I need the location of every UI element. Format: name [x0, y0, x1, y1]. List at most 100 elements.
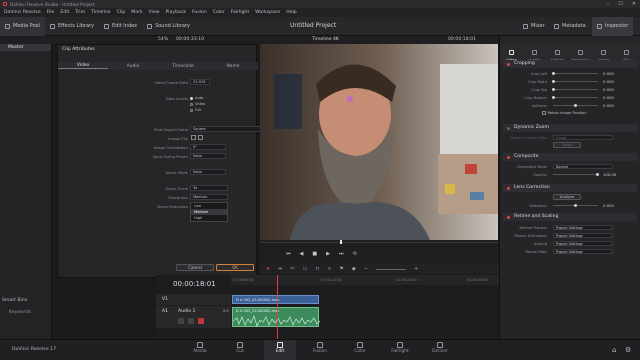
menu-item-fairlight[interactable]: Fairlight	[231, 10, 249, 15]
crop-bottom-value[interactable]: 0.000	[603, 95, 614, 100]
crop-right-slider[interactable]	[553, 81, 598, 82]
page-media[interactable]: Media	[184, 340, 216, 360]
flip-horizontal-icon[interactable]	[191, 135, 196, 140]
page-fusion[interactable]: Fusion	[304, 340, 336, 360]
menu-item-playback[interactable]: Playback	[166, 10, 187, 15]
menu-item-file[interactable]: File	[47, 10, 55, 15]
opacity-knob[interactable]	[596, 172, 599, 176]
swap-button[interactable]: Swap	[553, 142, 581, 148]
retain-image-position-row[interactable]: Retain Image Position	[542, 111, 586, 115]
crop-top-knob[interactable]	[552, 87, 555, 91]
video-clip[interactable]: D A 002_01200002.mov	[232, 295, 319, 304]
crop-right-value[interactable]: 0.000	[603, 79, 614, 84]
section-dynamic-zoom[interactable]: Dynamic Zoom	[503, 124, 637, 132]
timeline-playhead[interactable]	[277, 275, 278, 339]
settings-gear-icon[interactable]: ⚙	[625, 346, 631, 354]
crop-left-slider[interactable]	[553, 73, 598, 74]
play-icon[interactable]: ▶	[326, 251, 330, 257]
resize-filter-select[interactable]: Project Settings	[553, 248, 613, 254]
page-color[interactable]: Color	[344, 340, 376, 360]
menu-item-view[interactable]: View	[149, 10, 160, 15]
alpha-mode-select[interactable]: None	[190, 169, 226, 175]
section-composite[interactable]: Composite	[503, 153, 637, 161]
sound-library-button[interactable]: Sound Library	[142, 17, 195, 36]
crop-left-value[interactable]: 0.000	[603, 71, 614, 76]
input-sizing-select[interactable]: None	[190, 153, 226, 159]
close-icon[interactable]: ✕	[632, 1, 636, 7]
menu-item-fusion[interactable]: Fusion	[192, 10, 207, 15]
smart-bin-keywords[interactable]: Keywords	[9, 310, 31, 315]
home-icon[interactable]: ⌂	[612, 346, 616, 354]
composite-enable-dot[interactable]	[507, 155, 510, 159]
trim-tool-icon[interactable]: ⇹	[278, 266, 282, 272]
menu-item-color[interactable]: Color	[213, 10, 225, 15]
analyze-button[interactable]: Analyze	[553, 194, 581, 200]
crop-top-slider[interactable]	[553, 89, 598, 90]
retime-process-select[interactable]: Project Settings	[553, 224, 613, 230]
video-viewer[interactable]	[260, 44, 498, 240]
menu-item-clip[interactable]: Clip	[117, 10, 126, 15]
retime-enable-dot[interactable]	[507, 215, 510, 219]
zoom-in-icon[interactable]: +	[414, 266, 418, 272]
minimize-icon[interactable]: –	[607, 1, 610, 7]
jump-end-icon[interactable]: ⏭	[339, 251, 344, 257]
tab-name[interactable]: Name	[208, 64, 258, 69]
loop-icon[interactable]: ⟲	[352, 251, 356, 257]
page-edit[interactable]: Edit	[264, 340, 296, 360]
softness-knob[interactable]	[574, 103, 577, 107]
play-reverse-icon[interactable]: ◀	[300, 251, 304, 257]
scaling-select[interactable]: Project Settings	[553, 240, 613, 246]
crop-bottom-slider[interactable]	[553, 97, 598, 98]
edit-index-button[interactable]: Edit Index	[99, 17, 142, 36]
timeline-zoom-slider[interactable]	[375, 268, 406, 270]
softness-value[interactable]: 0.000	[603, 103, 614, 108]
crop-left-knob[interactable]	[552, 71, 555, 75]
orientation-select[interactable]: 0°	[190, 144, 226, 150]
timeline-ruler[interactable]: 01:00:00:00 01:00:12:00 01:00:24:00 01:0…	[231, 275, 499, 285]
crop-bottom-knob[interactable]	[552, 95, 555, 99]
cropping-enable-dot[interactable]	[507, 62, 510, 66]
composite-mode-select[interactable]: Normal	[553, 163, 613, 169]
blade-tool-icon[interactable]: ✂	[290, 266, 294, 272]
timeline-name[interactable]: Timeline 4K	[312, 37, 339, 42]
menu-item-edit[interactable]: Edit	[60, 10, 69, 15]
marker-icon[interactable]: ◆	[352, 266, 356, 272]
section-lens-correction[interactable]: Lens Correction	[503, 184, 637, 192]
flip-vertical-icon[interactable]	[198, 135, 203, 140]
crop-right-knob[interactable]	[552, 79, 555, 83]
retain-checkbox[interactable]	[542, 111, 546, 115]
snapping-icon[interactable]: ⊓	[315, 266, 319, 272]
inspector-button[interactable]: Inspector	[592, 16, 634, 36]
stop-icon[interactable]: ■	[312, 251, 317, 257]
zoom-out-icon[interactable]: −	[364, 266, 368, 272]
menu-item-timeline[interactable]: Timeline	[91, 10, 111, 15]
page-cut[interactable]: Cut	[224, 340, 256, 360]
crop-top-value[interactable]: 0.000	[603, 87, 614, 92]
effects-library-button[interactable]: Effects Library	[45, 17, 99, 36]
bin-master[interactable]: Master	[0, 44, 51, 51]
dynamic-zoom-enable-dot[interactable]	[507, 126, 510, 130]
jump-start-icon[interactable]: ⏮	[286, 251, 291, 257]
tab-audio[interactable]: Audio	[108, 64, 158, 69]
menu-item-trim[interactable]: Trim	[75, 10, 85, 15]
frame-rate-select[interactable]: 23.976	[190, 79, 210, 85]
opacity-slider[interactable]	[553, 174, 598, 175]
section-retime-scaling[interactable]: Retime and Scaling	[503, 213, 637, 221]
ok-button[interactable]: OK	[216, 264, 254, 271]
page-deliver[interactable]: Deliver	[424, 340, 456, 360]
metadata-button[interactable]: Metadata	[549, 17, 591, 36]
audio-record-button[interactable]	[198, 318, 204, 324]
lens-correction-enable-dot[interactable]	[507, 186, 510, 190]
distortion-knob[interactable]	[574, 203, 577, 207]
insert-clip-icon[interactable]: ▭	[303, 266, 308, 272]
viewer-zoom[interactable]: 54%	[158, 37, 168, 42]
page-fairlight[interactable]: Fairlight	[384, 340, 416, 360]
maximize-icon[interactable]: ☐	[618, 1, 622, 7]
distortion-value[interactable]: 0.000	[603, 203, 614, 208]
sharpness-select[interactable]: Medium	[190, 194, 228, 200]
link-icon[interactable]: ∞	[327, 266, 331, 272]
super-scale-select[interactable]: 3x	[190, 185, 228, 191]
section-cropping[interactable]: Cropping	[503, 60, 637, 68]
mixer-button[interactable]: Mixer	[518, 17, 550, 36]
audio-solo-button[interactable]	[188, 318, 194, 324]
